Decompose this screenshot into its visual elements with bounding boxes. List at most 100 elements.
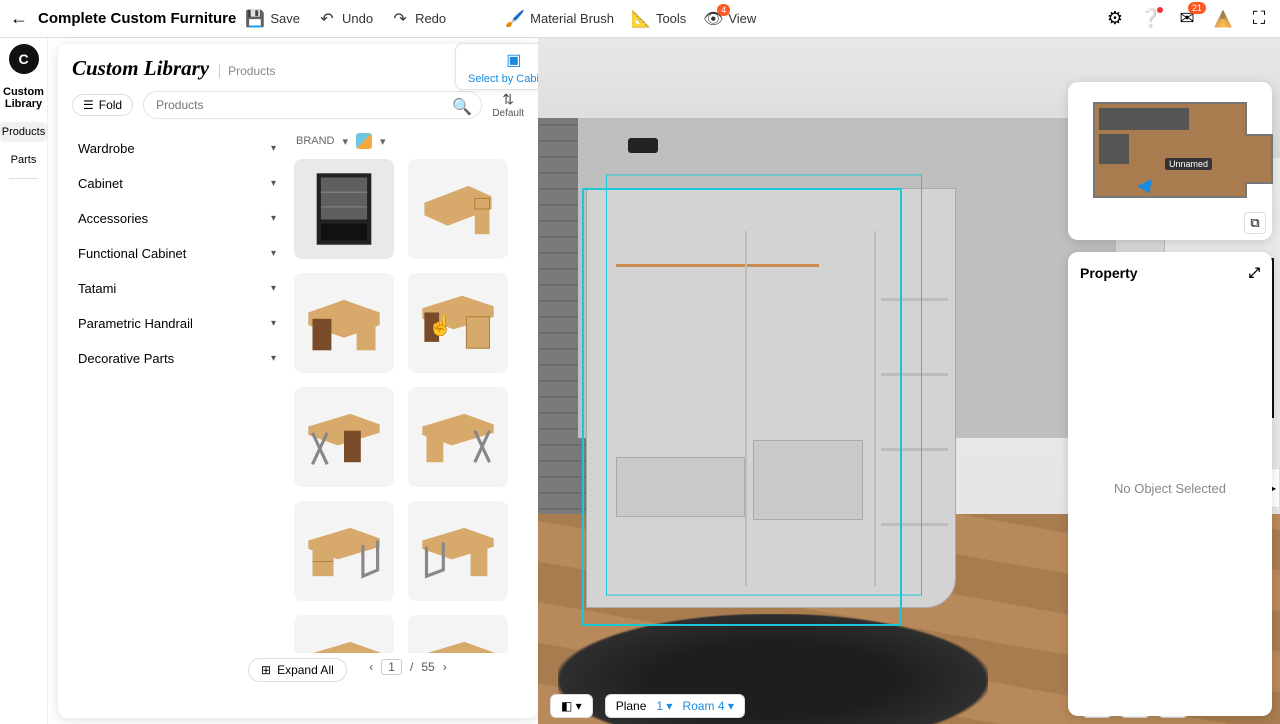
undo-button[interactable]: ↶ Undo (318, 10, 373, 28)
scene-wardrobe[interactable] (586, 188, 956, 608)
rail-custom-l2: Library (0, 98, 47, 110)
workspace: C Custom Library Products Parts Custom L… (0, 38, 1280, 724)
inbox-badge: 21 (1188, 2, 1206, 14)
product-grid[interactable]: ☝️ (292, 157, 524, 653)
category-label: Cabinet (78, 176, 123, 191)
minimap[interactable]: Unnamed ⧉ (1068, 82, 1272, 240)
product-thumb[interactable] (408, 159, 508, 259)
brand-filter[interactable]: BRAND▾ ▾ (292, 131, 524, 157)
property-empty-text: No Object Selected (1080, 481, 1260, 496)
product-thumb[interactable] (294, 615, 394, 653)
category-list: Wardrobe ▾ Cabinet ▾ Accessories ▾ Function… (72, 131, 282, 675)
product-thumb[interactable] (408, 615, 508, 653)
inbox-icon[interactable]: ✉21 (1176, 8, 1198, 30)
fold-button[interactable]: ☰ Fold (72, 94, 133, 116)
chevron-down-icon: ▾ (271, 143, 276, 154)
roam-selector[interactable]: Roam 4 ▾ (682, 699, 733, 713)
fold-icon: ☰ (83, 98, 94, 112)
category-cabinet[interactable]: Cabinet ▾ (72, 166, 282, 201)
view-button[interactable]: 👁4 View (704, 10, 756, 28)
expand-all-button[interactable]: ⊞ Expand All (248, 658, 347, 682)
pager-page[interactable]: 1 (381, 659, 402, 675)
category-label: Functional Cabinet (78, 246, 186, 261)
search-icon[interactable]: 🔍 (452, 97, 472, 117)
chevron-down-icon: ▾ (271, 213, 276, 224)
library-controls: ☰ Fold 🔍 ⇅ Default (72, 91, 524, 119)
eye-icon: 👁4 (704, 10, 722, 28)
fullscreen-icon[interactable]: ⛶ (1248, 8, 1270, 30)
settings-icon[interactable]: ⚙ (1104, 8, 1126, 30)
chevron-down-icon: ▾ (271, 353, 276, 364)
product-thumb[interactable] (408, 387, 508, 487)
material-label: Material Brush (530, 11, 614, 26)
product-thumb[interactable] (294, 387, 394, 487)
product-column: BRAND▾ ▾ ☝️ (292, 131, 524, 675)
undo-icon: ↶ (318, 10, 336, 28)
category-decorative-parts[interactable]: Decorative Parts ▾ (72, 341, 282, 376)
chevron-down-icon: ▾ (271, 318, 276, 329)
product-thumb[interactable] (294, 159, 394, 259)
chevron-down-icon: ▾ (271, 248, 276, 259)
save-icon: 💾 (246, 10, 264, 28)
page-title: Complete Custom Furniture (38, 10, 236, 27)
brand-logo-icon[interactable] (1212, 8, 1234, 30)
product-thumb[interactable] (408, 501, 508, 601)
redo-button[interactable]: ↷ Redo (391, 10, 446, 28)
category-label: Parametric Handrail (78, 316, 193, 331)
product-thumb[interactable]: ☝️ (408, 273, 508, 373)
sort-label: Default (492, 108, 524, 119)
save-button[interactable]: 💾Save (246, 10, 300, 28)
view-badge: 4 (717, 4, 730, 16)
category-label: Wardrobe (78, 141, 135, 156)
pager-next[interactable]: › (443, 660, 447, 674)
property-title: Property (1080, 265, 1138, 281)
minimap-camera-icon[interactable] (1137, 179, 1157, 197)
category-label: Tatami (78, 281, 116, 296)
category-label: Decorative Parts (78, 351, 174, 366)
pager-prev[interactable]: ‹ (369, 660, 373, 674)
rail-logo[interactable]: C (9, 44, 39, 74)
rail-item-custom-library[interactable]: Custom Library (0, 82, 47, 114)
expand-icon: ⊞ (261, 663, 271, 677)
expand-all-label: Expand All (277, 663, 334, 677)
brand-label: BRAND (296, 135, 335, 147)
product-thumb[interactable] (294, 501, 394, 601)
library-subtitle: Products (219, 64, 275, 78)
search-input[interactable] (143, 91, 482, 119)
library-panel: Custom Library Products ☰Fold 🔍 ⇅ Defaul… (58, 44, 538, 718)
category-functional-cabinet[interactable]: Functional Cabinet ▾ (72, 236, 282, 271)
hand-cursor-icon: ☝️ (428, 313, 453, 338)
tools-button[interactable]: 📐Tools (632, 10, 686, 28)
minimap-room-label: Unnamed (1165, 158, 1212, 170)
chevron-down-icon: ▾ (271, 178, 276, 189)
minimap-room[interactable]: Unnamed (1093, 102, 1247, 198)
rail-separator (9, 178, 37, 179)
category-parametric-handrail[interactable]: Parametric Handrail ▾ (72, 306, 282, 341)
minimap-popout-icon[interactable]: ⧉ (1244, 212, 1266, 234)
category-wardrobe[interactable]: Wardrobe ▾ (72, 131, 282, 166)
tools-label: Tools (656, 11, 686, 26)
plane-selector[interactable]: 1 ▾ (656, 699, 672, 713)
back-button[interactable]: ← (10, 8, 28, 29)
undo-label: Undo (342, 11, 373, 26)
redo-icon: ↷ (391, 10, 409, 28)
expand-icon[interactable]: ⤢ (1249, 264, 1260, 281)
scene-ceiling-light (628, 138, 658, 153)
top-right: ⚙ ❔ ✉21 ⛶ (1104, 8, 1270, 30)
product-thumb[interactable] (294, 273, 394, 373)
rail-item-parts[interactable]: Parts (0, 150, 47, 170)
rail-item-products[interactable]: Products (0, 122, 47, 142)
material-brush-button[interactable]: 🖌️Material Brush (506, 10, 614, 28)
view-label: View (728, 11, 756, 26)
property-panel: Property ⤢ No Object Selected (1068, 252, 1272, 716)
sort-button[interactable]: ⇅ Default (492, 91, 524, 119)
category-accessories[interactable]: Accessories ▾ (72, 201, 282, 236)
category-tatami[interactable]: Tatami▾ (72, 271, 282, 306)
pager-total: 55 (421, 660, 434, 674)
fold-label: Fold (99, 98, 122, 112)
viewport-layers-button[interactable]: ◧ ▾ (550, 694, 593, 718)
chevron-down-icon: ▾ (380, 135, 386, 148)
help-icon[interactable]: ❔ (1140, 8, 1162, 30)
category-label: Accessories (78, 211, 148, 226)
redo-label: Redo (415, 11, 446, 26)
